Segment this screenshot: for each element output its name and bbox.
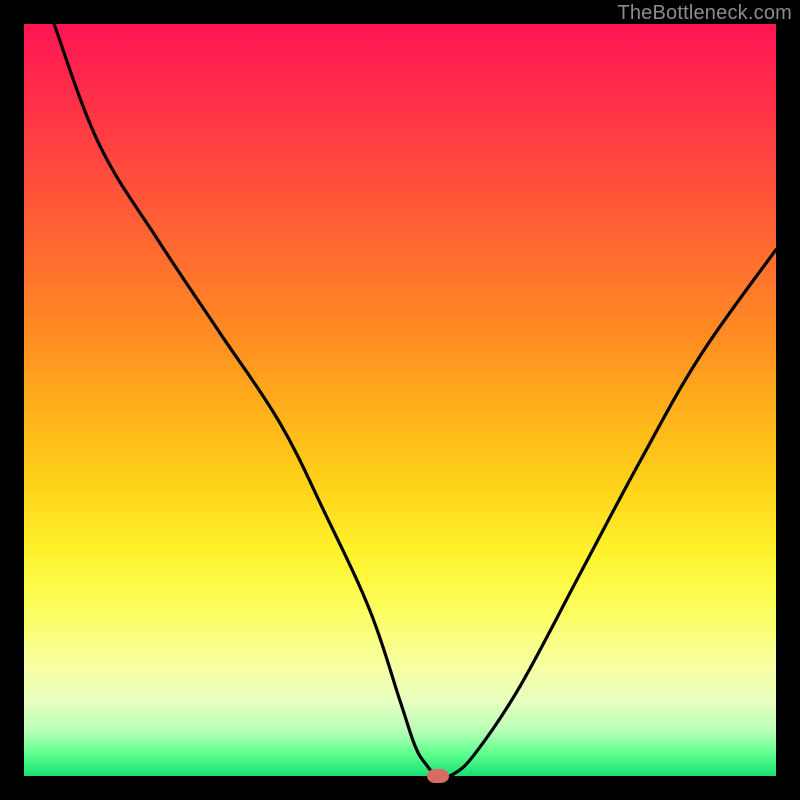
plot-area bbox=[24, 24, 776, 776]
curve-path bbox=[54, 24, 776, 777]
chart-frame: TheBottleneck.com bbox=[0, 0, 800, 800]
optimal-marker bbox=[427, 769, 449, 783]
watermark-text: TheBottleneck.com bbox=[617, 2, 792, 25]
bottleneck-curve bbox=[24, 24, 776, 776]
